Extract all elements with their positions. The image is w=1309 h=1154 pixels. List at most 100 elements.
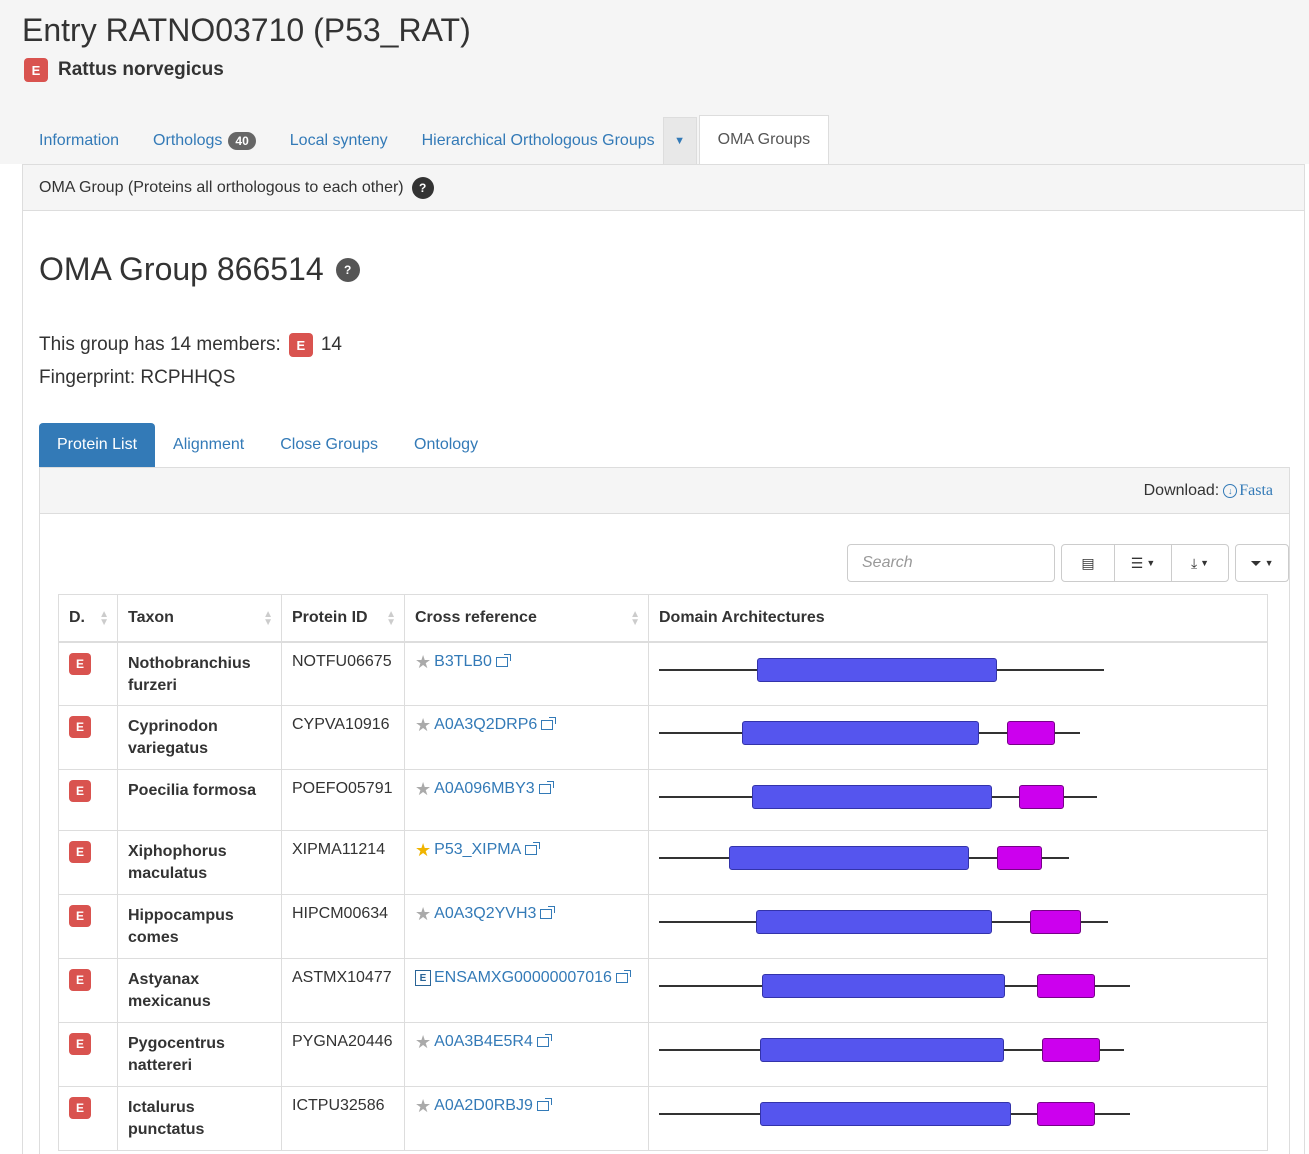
domain-block-pink[interactable] — [1006, 721, 1056, 745]
help-icon[interactable]: ? — [411, 176, 434, 199]
sort-icon: ▲ ▼ — [99, 609, 109, 628]
orthologs-count-badge: 40 — [228, 132, 256, 150]
col-header-taxon[interactable]: Taxon ▲ ▼ — [117, 594, 282, 643]
domain-architecture-cell — [648, 1022, 1268, 1087]
fingerprint: Fingerprint: RCPHHQS — [39, 367, 236, 388]
tab-local-synteny[interactable]: Local synteny — [273, 117, 405, 165]
protein-id-link[interactable]: ICTPU32586 — [281, 1086, 405, 1151]
panel-heading-text: OMA Group (Proteins all orthologous to e… — [39, 178, 404, 196]
subtab-protein-list[interactable]: Protein List — [39, 423, 156, 467]
domain-block-pink[interactable] — [1037, 974, 1096, 998]
cross-reference-link[interactable]: ★ A0A3Q2DRP6 — [415, 716, 638, 734]
cross-reference-link[interactable]: ★ A0A3B4E5R4 — [415, 1033, 638, 1051]
protein-id-link[interactable]: CYPVA10916 — [281, 705, 405, 770]
domain-architecture-cell — [648, 1086, 1268, 1151]
domain-block-blue[interactable] — [760, 1102, 1011, 1126]
tab-label: OMA Groups — [717, 131, 811, 148]
cross-reference-cell: ★ B3TLB0 — [404, 641, 649, 706]
cross-reference-cell: ★ A0A3Q2YVH3 — [404, 894, 649, 959]
members-summary: This group has 14 members: E 14 — [39, 333, 342, 357]
domain-block-pink[interactable] — [1041, 1038, 1100, 1062]
cross-reference-link[interactable]: ★ A0A3Q2YVH3 — [415, 905, 638, 923]
header-label: Domain Architectures — [659, 608, 825, 626]
domain-block-blue[interactable] — [756, 910, 992, 934]
tab-hogs[interactable]: Hierarchical Orthologous Groups — [405, 117, 663, 165]
external-link-icon — [536, 1098, 552, 1111]
taxon-cell: Nothobranchius furzeri — [117, 641, 282, 706]
subtab-ontology[interactable]: Ontology — [396, 423, 496, 467]
protein-id-link[interactable]: HIPCM00634 — [281, 894, 405, 959]
cross-reference-link[interactable]: ★ A0A2D0RBJ9 — [415, 1097, 638, 1115]
col-header-domain[interactable]: D. ▲ ▼ — [58, 594, 118, 643]
cross-reference-link[interactable]: ★ P53_XIPMA — [415, 841, 638, 859]
tab-oma-groups[interactable]: OMA Groups — [698, 115, 830, 165]
taxon-cell: Ictalurus punctatus — [117, 1086, 282, 1151]
sort-icon: ▲ ▼ — [630, 609, 640, 628]
domain-architecture — [659, 841, 1267, 891]
eukaryota-badge: E — [288, 333, 313, 357]
columns-button[interactable]: ☰ ▼ — [1114, 544, 1172, 582]
tab-information[interactable]: Information — [22, 117, 136, 165]
help-icon[interactable]: ? — [335, 257, 360, 282]
cross-reference-link[interactable]: E ENSAMXG00000007016 — [415, 969, 638, 987]
domain-architecture — [659, 1033, 1267, 1083]
eukaryota-badge: E — [69, 652, 91, 675]
sort-icon: ▲ ▼ — [263, 609, 273, 628]
domain-block-blue[interactable] — [742, 721, 980, 745]
filter-button[interactable]: ⏷ ▼ — [1235, 544, 1289, 582]
fasta-download-link[interactable]: ↓ Fasta — [1223, 482, 1273, 500]
domain-block-blue[interactable] — [760, 1038, 1004, 1062]
eukaryota-badge: E — [69, 905, 91, 927]
cross-reference-link[interactable]: ★ A0A096MBY3 — [415, 780, 638, 798]
domain-cell: E — [58, 641, 118, 706]
protein-id-link[interactable]: XIPMA11214 — [281, 830, 405, 895]
subtab-close-groups[interactable]: Close Groups — [262, 423, 396, 467]
domain-architecture — [659, 653, 1267, 703]
domain-block-blue[interactable] — [751, 785, 992, 809]
eukaryota-badge: E — [69, 780, 91, 802]
entry-tabs: Information Orthologs 40 Local synteny Hi… — [22, 115, 830, 165]
domain-architecture — [659, 905, 1267, 955]
external-link-icon — [540, 906, 556, 919]
subtab-alignment[interactable]: Alignment — [155, 423, 262, 467]
protein-id-link[interactable]: ASTMX10477 — [281, 958, 405, 1023]
domain-block-pink[interactable] — [1019, 785, 1064, 809]
table-row: E Xiphophorus maculatus XIPMA11214 ★ P53_… — [58, 830, 1268, 895]
domain-block-blue[interactable] — [756, 657, 998, 682]
external-link-icon — [541, 717, 557, 730]
taxon-cell: Hippocampus comes — [117, 894, 282, 959]
domain-cell: E — [58, 1022, 118, 1087]
table-row: E Poecilia formosa POEFO05791 ★ A0A096MBY… — [58, 769, 1268, 831]
search-input[interactable]: Search — [847, 544, 1055, 582]
columns-icon: ☰ — [1130, 554, 1144, 571]
col-header-protein-id[interactable]: Protein ID ▲ ▼ — [281, 594, 405, 643]
tab-label: Local synteny — [289, 132, 388, 149]
hog-dropdown-toggle[interactable]: ▼ — [662, 117, 697, 165]
external-link-icon — [536, 1034, 552, 1047]
domain-block-pink[interactable] — [1037, 1102, 1096, 1126]
domain-block-pink[interactable] — [1029, 910, 1081, 934]
card-view-button[interactable]: ▤ — [1061, 544, 1115, 582]
table-toolbar: Search ▤ ☰ ▼ ⤓ ▼ ⏷ ▼ — [847, 544, 1289, 582]
domain-block-pink[interactable] — [997, 846, 1042, 870]
taxon-cell: Pygocentrus nattereri — [117, 1022, 282, 1087]
xref-label: A0A096MBY3 — [434, 780, 535, 797]
protein-id-link[interactable]: POEFO05791 — [281, 769, 405, 831]
panel-heading: OMA Group (Proteins all orthologous to e… — [23, 165, 1304, 211]
domain-architecture-cell — [648, 641, 1268, 706]
page: Entry RATNO03710 (P53_RAT) E Rattus norv… — [0, 0, 1309, 1154]
cross-reference-link[interactable]: ★ B3TLB0 — [415, 653, 638, 671]
domain-architecture-cell — [648, 894, 1268, 959]
protein-id-link[interactable]: NOTFU06675 — [281, 641, 405, 706]
taxon-cell: Xiphophorus maculatus — [117, 830, 282, 895]
domain-block-blue[interactable] — [728, 846, 970, 870]
protein-id-link[interactable]: PYGNA20446 — [281, 1022, 405, 1087]
header-label: Protein ID — [292, 608, 368, 626]
xref-label: ENSAMXG00000007016 — [434, 969, 612, 986]
caret-down-icon: ▼ — [1146, 558, 1156, 568]
header-label: Cross reference — [415, 608, 537, 626]
col-header-cross-reference[interactable]: Cross reference ▲ ▼ — [404, 594, 649, 643]
domain-block-blue[interactable] — [762, 974, 1006, 998]
tab-orthologs[interactable]: Orthologs 40 — [136, 117, 273, 165]
export-button[interactable]: ⤓ ▼ — [1171, 544, 1229, 582]
